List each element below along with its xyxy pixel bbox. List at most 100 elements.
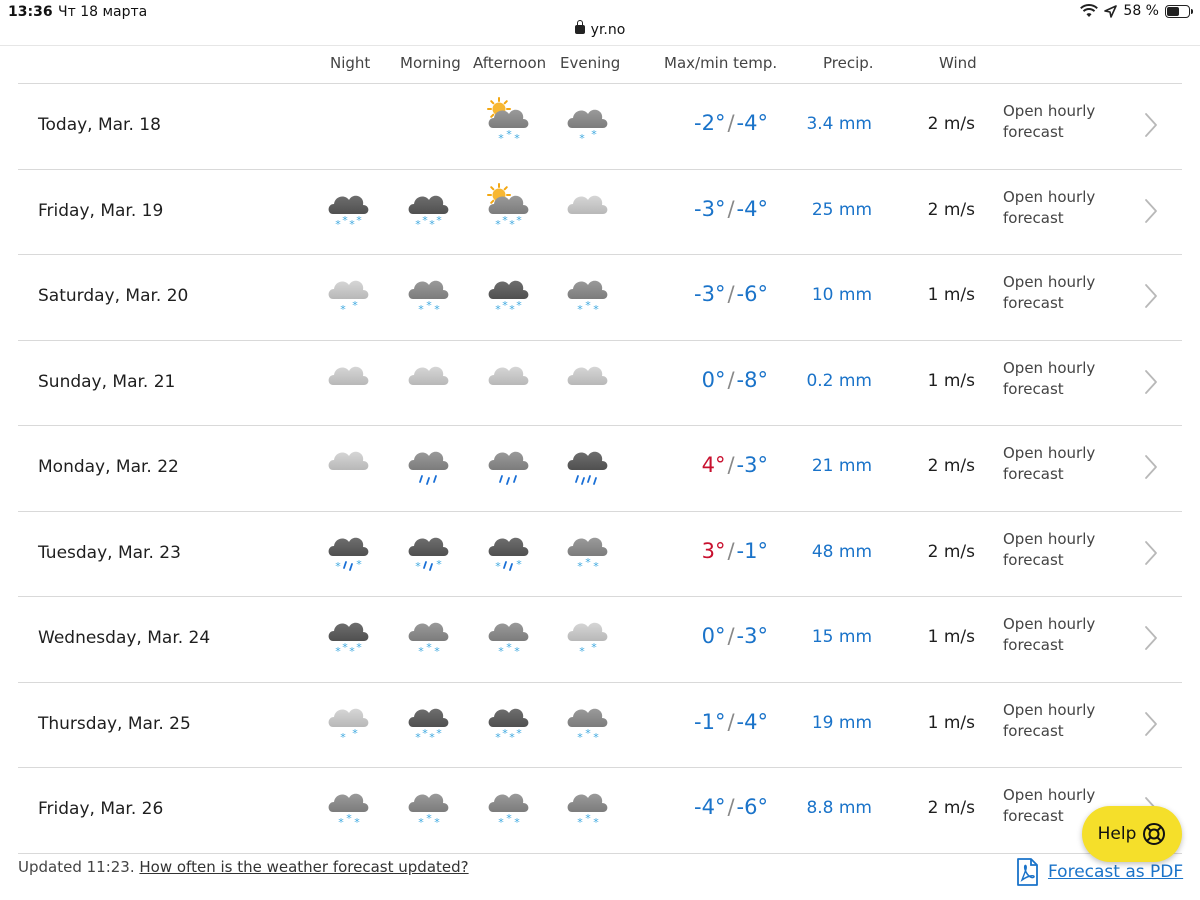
header-morning: Morning	[400, 54, 461, 72]
temp-min: -8°	[736, 367, 768, 392]
dark-cloud-heavy-snow-icon: * * * *	[481, 267, 537, 323]
svg-text:*: *	[342, 641, 348, 654]
forecast-row[interactable]: Monday, Mar. 22 4°/-3° 21 mm 2 m/s Open ho…	[18, 426, 1182, 512]
wind-speed: 1 m/s	[927, 370, 975, 391]
day-label: Tuesday, Mar. 23	[38, 542, 181, 563]
wind-speed: 2 m/s	[927, 199, 975, 220]
svg-text:*: *	[495, 731, 501, 744]
header-precip: Precip.	[823, 54, 874, 72]
precipitation: 0.2 mm	[806, 370, 872, 391]
svg-text:*: *	[349, 645, 355, 658]
partly-sunny-heavy-snow-icon: * * * *	[481, 182, 537, 238]
svg-text:*: *	[506, 812, 512, 825]
cloud-snow-icon: * * *	[481, 609, 537, 665]
temp-separator: /	[727, 196, 735, 221]
light-cloud-icon	[321, 353, 377, 409]
temperature: 0°/-3°	[702, 624, 768, 648]
open-hourly-link[interactable]: Open hourly forecast	[1003, 272, 1113, 314]
forecast-row[interactable]: Sunday, Mar. 21 0°/-8° 0.2 mm 1 m/s Open h…	[18, 341, 1182, 426]
forecast-row[interactable]: Thursday, Mar. 25 * * * * * * * * * * * * * -1°/-4° 1…	[18, 683, 1182, 768]
forecast-row[interactable]: Friday, Mar. 26 * * * * * * * * * * * * -4°/-6° 8.8 …	[18, 768, 1182, 854]
temp-max: 3°	[701, 538, 726, 563]
forecast-row[interactable]: Saturday, Mar. 20 * * * * * * * * * * * * -3°/-6° 10…	[18, 255, 1182, 341]
svg-text:*: *	[579, 132, 585, 145]
update-info-link[interactable]: How often is the weather forecast update…	[139, 858, 468, 876]
open-hourly-link[interactable]: Open hourly forecast	[1003, 443, 1113, 485]
precipitation: 48 mm	[811, 541, 872, 562]
svg-text:*: *	[498, 645, 504, 658]
day-label: Sunday, Mar. 21	[38, 371, 176, 392]
svg-text:*: *	[593, 816, 599, 829]
chevron-right-icon[interactable]	[1140, 367, 1160, 397]
temp-max: -2°	[694, 111, 726, 135]
status-bar: 13:36 Чт 18 марта 58 %	[0, 0, 1200, 24]
svg-text:*: *	[498, 132, 504, 145]
svg-text:*: *	[426, 299, 432, 312]
open-hourly-link[interactable]: Open hourly forecast	[1003, 529, 1113, 571]
open-hourly-link[interactable]: Open hourly forecast	[1003, 700, 1113, 742]
open-hourly-link[interactable]: Open hourly forecast	[1003, 101, 1113, 143]
temp-max: -1°	[694, 709, 726, 734]
svg-text:*: *	[495, 560, 501, 573]
cloud-snow-icon: * * *	[560, 695, 616, 751]
chevron-right-icon[interactable]	[1140, 709, 1160, 739]
svg-text:*: *	[509, 731, 515, 744]
temp-separator: /	[727, 111, 735, 135]
chevron-right-icon[interactable]	[1140, 538, 1160, 568]
temp-min: -6°	[736, 282, 768, 306]
temp-separator: /	[727, 795, 735, 819]
footer: Updated 11:23. How often is the weather …	[18, 858, 469, 876]
forecast-row[interactable]: Today, Mar. 18 * * * * * -2°/-4° 3.4 mm 2 m/s O…	[18, 84, 1182, 170]
svg-text:*: *	[577, 816, 583, 829]
chevron-right-icon[interactable]	[1140, 623, 1160, 653]
svg-text:*: *	[346, 812, 352, 825]
svg-text:*: *	[585, 812, 591, 825]
open-hourly-link[interactable]: Open hourly forecast	[1003, 614, 1113, 656]
temp-min: -3°	[736, 624, 768, 648]
forecast-row[interactable]: Wednesday, Mar. 24 * * * * * * * * * * * * 0°/-3° 15…	[18, 597, 1182, 683]
forecast-pdf-link[interactable]: Forecast as PDF	[1014, 858, 1183, 886]
svg-text:*: *	[593, 303, 599, 316]
forecast-row[interactable]: Tuesday, Mar. 23 * * * * * * * * * 3°/-1° 48 mm 2 …	[18, 512, 1182, 597]
temp-separator: /	[727, 282, 735, 306]
svg-text:*: *	[434, 303, 440, 316]
svg-text:*: *	[593, 560, 599, 573]
svg-text:*: *	[502, 214, 508, 227]
svg-text:*: *	[577, 303, 583, 316]
chevron-right-icon[interactable]	[1140, 196, 1160, 226]
light-cloud-light-snow-icon: * *	[560, 609, 616, 665]
svg-text:*: *	[349, 218, 355, 231]
svg-text:*: *	[495, 218, 501, 231]
open-hourly-link[interactable]: Open hourly forecast	[1003, 187, 1113, 229]
svg-text:*: *	[335, 645, 341, 658]
status-right: 58 %	[1080, 3, 1193, 19]
svg-text:*: *	[577, 560, 583, 573]
svg-text:*: *	[434, 816, 440, 829]
day-label: Saturday, Mar. 20	[38, 286, 189, 306]
temp-max: -3°	[694, 196, 726, 221]
forecast-row[interactable]: Friday, Mar. 19 * * * * * * * * * * * * -3°/-4° 25 m…	[18, 170, 1182, 255]
svg-text:*: *	[502, 299, 508, 312]
svg-text:*: *	[509, 218, 515, 231]
status-time: 13:36	[8, 4, 53, 20]
partly-sunny-snow-icon: * * *	[481, 96, 537, 152]
wind-speed: 1 m/s	[927, 285, 975, 305]
temp-separator: /	[727, 538, 735, 563]
open-hourly-link[interactable]: Open hourly forecast	[1003, 358, 1113, 400]
svg-text:*: *	[415, 218, 421, 231]
temp-separator: /	[727, 709, 735, 734]
dark-cloud-heavy-rain-icon	[560, 438, 616, 494]
temperature: 3°/-1°	[702, 539, 768, 563]
temp-max: -4°	[694, 795, 726, 819]
url-bar[interactable]: yr.no	[0, 20, 1200, 46]
chevron-right-icon[interactable]	[1140, 452, 1160, 482]
temp-min: -4°	[736, 709, 768, 734]
precipitation: 8.8 mm	[806, 798, 872, 818]
chevron-right-icon[interactable]	[1140, 110, 1160, 140]
pdf-icon	[1017, 858, 1038, 886]
help-button[interactable]: Help	[1082, 806, 1182, 862]
wind-speed: 2 m/s	[927, 798, 975, 818]
temp-separator: /	[727, 624, 735, 648]
chevron-right-icon[interactable]	[1140, 281, 1160, 311]
svg-text:*: *	[335, 560, 341, 573]
